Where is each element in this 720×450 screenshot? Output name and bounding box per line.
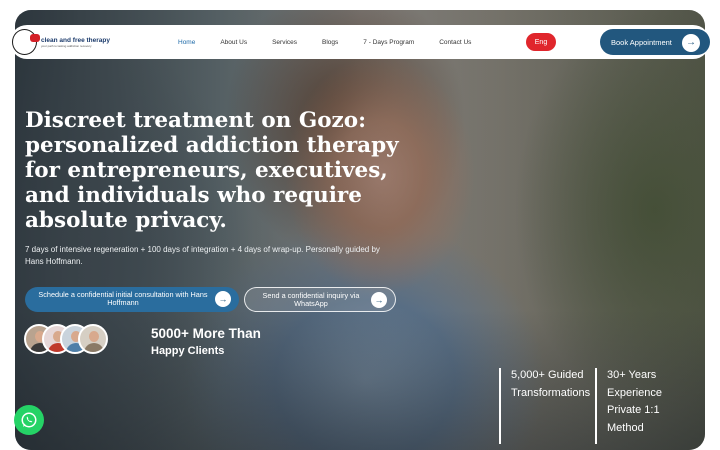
schedule-consultation-label: Schedule a confidential initial consulta… <box>38 290 208 307</box>
book-appointment-button[interactable]: Book Appointment → <box>600 29 710 55</box>
clients-count: 5000+ More Than <box>151 326 261 341</box>
whatsapp-inquiry-button[interactable]: Send a confidential inquiry via WhatsApp… <box>244 287 396 312</box>
logo-name: clean and free therapy <box>41 36 110 44</box>
stat-divider <box>499 368 501 444</box>
avatar <box>78 324 108 354</box>
stat-line: Private 1:1 <box>607 404 660 416</box>
hero-headline: Discreet treatment on Gozo: personalized… <box>25 108 399 233</box>
clients-label: Happy Clients <box>151 345 225 357</box>
stat-divider <box>595 368 597 444</box>
stat-guided-transformations: 5,000+ Guided Transformations <box>511 367 590 402</box>
hero-subtext: 7 days of intensive regeneration + 100 d… <box>25 245 380 266</box>
arrow-right-icon: → <box>215 291 231 307</box>
nav-item-7-days-program[interactable]: 7 - Days Program <box>363 39 414 46</box>
nav-item-contact-us[interactable]: Contact Us <box>439 39 471 46</box>
arrow-right-icon: → <box>371 292 387 308</box>
brand-logo[interactable]: clean and free therapy your path to last… <box>12 28 110 56</box>
client-avatars <box>24 324 108 354</box>
nav-item-blogs[interactable]: Blogs <box>322 39 338 46</box>
whatsapp-chat-button[interactable] <box>14 405 44 435</box>
language-switcher-button[interactable]: Eng <box>526 33 556 51</box>
nav-item-about-us[interactable]: About Us <box>220 39 247 46</box>
nav-item-home[interactable]: Home <box>178 39 195 46</box>
arrow-right-icon: → <box>682 34 700 52</box>
stat-line: 30+ Years <box>607 369 657 381</box>
hero-bottom-gradient <box>15 310 705 450</box>
nav-item-services[interactable]: Services <box>272 39 297 46</box>
book-appointment-label: Book Appointment <box>611 37 672 47</box>
stat-line: Experience <box>607 386 663 399</box>
schedule-consultation-button[interactable]: Schedule a confidential initial consulta… <box>25 287 239 312</box>
logo-text-group: clean and free therapy your path to last… <box>41 37 110 48</box>
stat-line: 5,000+ Guided <box>511 369 584 381</box>
stat-years-experience: 30+ Years Experience Private 1:1 Method <box>607 367 662 437</box>
main-nav: Home About Us Services Blogs 7 - Days Pr… <box>178 25 471 59</box>
stat-line: Method <box>607 421 644 434</box>
stat-line: Transformations <box>511 386 591 399</box>
whatsapp-inquiry-label: Send a confidential inquiry via WhatsApp <box>262 291 360 308</box>
top-navigation-bar: clean and free therapy your path to last… <box>10 25 710 59</box>
logo-tagline: your path to lasting addiction recovery <box>41 43 92 48</box>
logo-mark-icon <box>12 29 40 55</box>
whatsapp-icon <box>21 412 37 428</box>
